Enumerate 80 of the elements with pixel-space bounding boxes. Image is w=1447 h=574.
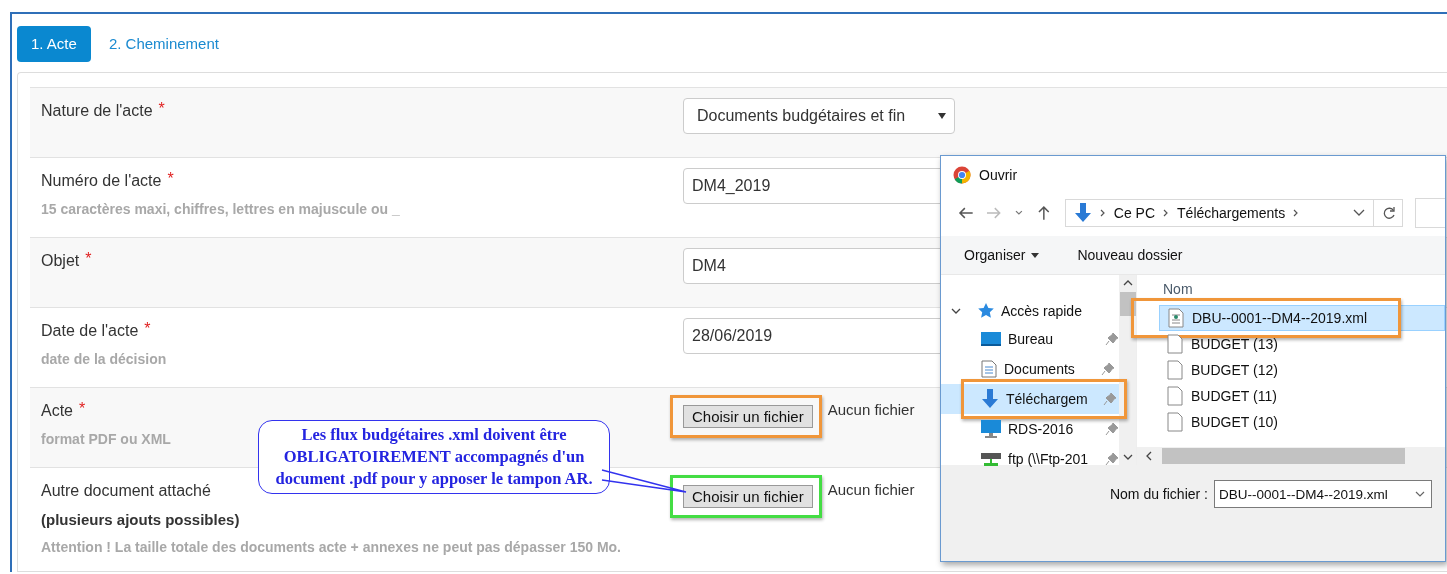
choose-file-button[interactable]: Choisir un fichier bbox=[683, 485, 813, 508]
select-field[interactable]: Documents budgétaires et fin bbox=[683, 98, 955, 134]
search-field[interactable] bbox=[1414, 198, 1445, 228]
path-crumb[interactable]: Ce PC bbox=[1113, 205, 1156, 221]
path-crumb[interactable]: Téléchargements bbox=[1177, 205, 1286, 221]
scroll-thumb[interactable] bbox=[1162, 448, 1405, 464]
download-icon bbox=[981, 389, 999, 409]
file-icon bbox=[1167, 412, 1183, 432]
pin-icon bbox=[1105, 422, 1119, 436]
required-mark: * bbox=[79, 400, 86, 418]
required-mark: * bbox=[85, 250, 92, 268]
file-item[interactable]: BUDGET (13) bbox=[1137, 331, 1445, 357]
file-icon bbox=[1167, 334, 1183, 354]
chevron-down-icon[interactable] bbox=[1015, 210, 1024, 216]
pin-icon bbox=[1103, 392, 1117, 406]
field-hint: date de la décision bbox=[41, 350, 167, 369]
desktop-icon bbox=[981, 331, 1001, 347]
caret-icon bbox=[1031, 252, 1040, 258]
up-icon[interactable] bbox=[1037, 205, 1051, 221]
scroll-up-icon[interactable] bbox=[1122, 279, 1133, 286]
new-folder-button[interactable]: Nouveau dossier bbox=[1077, 247, 1183, 263]
file-status: Aucun fichier bbox=[827, 401, 915, 418]
required-mark: * bbox=[167, 170, 174, 188]
pin-icon bbox=[1101, 362, 1115, 376]
field-hint: 15 caractères maxi, chiffres, lettres en majuscule ou _ bbox=[41, 200, 400, 219]
address-bar[interactable]: Ce PC Téléchargements bbox=[1064, 199, 1403, 227]
chevron-right-icon bbox=[1099, 209, 1106, 217]
field-label: Date de l'acte bbox=[41, 321, 139, 341]
column-header[interactable]: Nom bbox=[1137, 275, 1445, 299]
scroll-left-icon[interactable] bbox=[1145, 451, 1152, 461]
scrollbar[interactable] bbox=[1137, 447, 1445, 465]
download-icon bbox=[1073, 203, 1092, 223]
required-mark: * bbox=[144, 320, 151, 338]
browser-icon bbox=[953, 166, 971, 184]
file-icon bbox=[1167, 360, 1183, 380]
chevron-down-icon[interactable] bbox=[1352, 209, 1365, 217]
dialog-title: Ouvrir bbox=[979, 167, 1018, 183]
nav-item[interactable]: Accès rapide bbox=[941, 298, 1119, 324]
file-item[interactable]: BUDGET (10) bbox=[1137, 409, 1445, 435]
monitor-icon bbox=[981, 420, 1001, 438]
nav-item[interactable]: Téléchargem bbox=[941, 384, 1119, 414]
field-label: Autre document attaché bbox=[41, 481, 211, 501]
chevron-right-icon bbox=[1163, 209, 1170, 217]
field-label: Acte bbox=[41, 401, 73, 421]
xml-file-icon bbox=[1168, 308, 1184, 328]
back-icon[interactable] bbox=[958, 206, 974, 220]
nav-item[interactable]: Bureau bbox=[941, 324, 1119, 354]
scroll-down-icon[interactable] bbox=[1122, 454, 1133, 461]
nav-item[interactable]: ftp (\\Ftp-201 bbox=[941, 444, 1119, 474]
file-item[interactable]: BUDGET (12) bbox=[1137, 357, 1445, 383]
field-note: (plusieurs ajouts possibles) bbox=[41, 510, 241, 530]
field-label: Numéro de l'acte bbox=[41, 171, 162, 191]
network-drive-icon bbox=[981, 450, 1001, 468]
document-icon bbox=[981, 360, 997, 378]
field-label: Objet bbox=[41, 251, 80, 271]
field-hint: Attention ! La taille totale des documents acte + annexes ne peut pas dépasser 150 Mo. bbox=[41, 538, 621, 557]
scrollbar[interactable] bbox=[1119, 275, 1136, 465]
caret-icon bbox=[938, 113, 946, 119]
pin-icon bbox=[1105, 332, 1119, 346]
field-label: Nature de l'acte bbox=[41, 101, 153, 121]
field-hint: format PDF ou XML bbox=[41, 430, 171, 449]
file-item[interactable]: BUDGET (11) bbox=[1137, 383, 1445, 409]
pin-icon bbox=[1105, 452, 1119, 466]
nav-item[interactable]: RDS-2016 bbox=[941, 414, 1119, 444]
star-icon bbox=[977, 302, 995, 320]
file-item[interactable]: DBU--0001--DM4--2019.xml bbox=[1159, 305, 1445, 331]
callout-bubble: Les flux budgétaires .xml doivent être OBLIGATOIREMENT accompagnés d'un document .pdf pour y apposer le tampon AR. bbox=[258, 420, 610, 494]
organize-menu[interactable]: Organiser bbox=[964, 247, 1026, 263]
filename-label: Nom du fichier : bbox=[1109, 486, 1208, 502]
nav-item[interactable]: Documents bbox=[941, 354, 1119, 384]
tab[interactable]: 1. Acte bbox=[17, 26, 91, 62]
refresh-icon[interactable] bbox=[1381, 206, 1396, 220]
required-mark: * bbox=[158, 100, 165, 118]
tab[interactable]: 2. Cheminement bbox=[94, 26, 233, 62]
filename-field[interactable]: DBU--0001--DM4--2019.xml bbox=[1214, 480, 1432, 508]
chevron-right-icon bbox=[1293, 209, 1300, 217]
choose-file-button[interactable]: Choisir un fichier bbox=[683, 405, 813, 428]
file-icon bbox=[1167, 386, 1183, 406]
chevron-down-icon bbox=[1415, 491, 1425, 497]
file-status: Aucun fichier bbox=[827, 481, 915, 498]
